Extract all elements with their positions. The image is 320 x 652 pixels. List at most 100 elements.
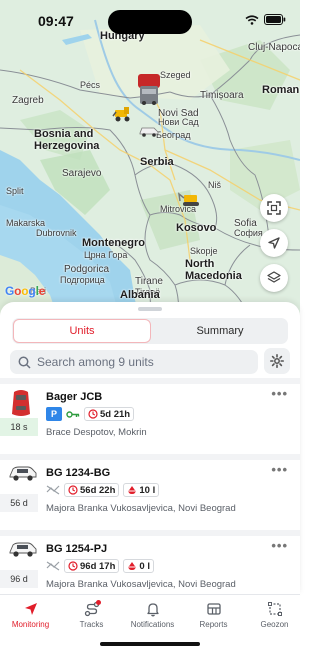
unit-name: BG 1254-PJ xyxy=(46,543,108,555)
duration-value: 56d 22h xyxy=(80,484,116,496)
clock-icon xyxy=(68,561,78,571)
clock-icon xyxy=(68,485,78,495)
status-bar: 09:47 xyxy=(0,0,300,40)
map-label-bih: Bosnia and Herzegovina xyxy=(34,128,100,152)
red-car-icon xyxy=(12,390,30,416)
unit-thumbnail xyxy=(8,540,38,563)
map-label-szeged: Szeged xyxy=(160,70,191,80)
search-icon xyxy=(18,356,31,369)
fuel-value: 0 l xyxy=(139,560,150,572)
map-layers-button[interactable] xyxy=(260,264,288,292)
vehicle-marker-cluster[interactable] xyxy=(136,72,162,111)
map-label-beograd-cyr: Београд xyxy=(156,130,191,140)
vehicle-marker-jcb[interactable] xyxy=(112,106,134,127)
map-label-dubrovnik: Dubrovnik xyxy=(36,228,77,238)
fuel-chip: 10 l xyxy=(123,483,160,497)
gear-icon xyxy=(270,354,284,368)
white-car-icon xyxy=(9,466,37,481)
unit-age: 56 d xyxy=(0,494,38,512)
list-settings-button[interactable] xyxy=(264,348,290,374)
more-options-button[interactable]: ••• xyxy=(271,538,288,553)
tab-summary[interactable]: Summary xyxy=(152,318,288,344)
report-table-icon xyxy=(206,603,221,615)
tracks-badge xyxy=(96,600,101,605)
tab-units[interactable]: Units xyxy=(13,319,151,343)
map-label-nis: Niš xyxy=(208,180,221,190)
fit-bounds-button[interactable] xyxy=(260,194,288,222)
parking-badge: P xyxy=(46,407,62,421)
map-label-albania: Albania xyxy=(120,289,160,301)
search-input[interactable] xyxy=(37,355,237,369)
unit-address: Brace Despotov, Mokrin xyxy=(46,427,147,438)
status-time: 09:47 xyxy=(38,13,74,29)
duration-value: 5d 21h xyxy=(100,408,131,420)
tab-label: Reports xyxy=(199,620,228,629)
fuel-drop-icon xyxy=(128,486,136,494)
no-connection-icon xyxy=(46,561,60,571)
units-sheet: Units Summary 18 s Bager JCB ••• P 5d 21… xyxy=(0,302,300,594)
tab-geozones[interactable]: Geozon xyxy=(244,595,305,652)
map-label-roman: Roman xyxy=(262,84,300,96)
clock-icon xyxy=(88,409,98,419)
map-label-pecs: Pécs xyxy=(80,80,101,90)
unit-status-chips: P 5d 21h xyxy=(46,407,135,421)
key-icon xyxy=(66,410,80,418)
unit-thumbnail xyxy=(8,464,38,487)
unit-age: 96 d xyxy=(0,570,38,588)
map-label-sofia-cyr: София xyxy=(234,228,263,238)
map-label-split: Split xyxy=(6,186,24,196)
map-label-north-macedonia: North Macedonia xyxy=(185,258,242,282)
map-label-montenegro: Montenegro xyxy=(82,237,145,249)
more-options-button[interactable]: ••• xyxy=(271,462,288,477)
tab-label: Notifications xyxy=(130,620,175,629)
duration-chip: 5d 21h xyxy=(84,407,135,421)
fuel-value: 10 l xyxy=(139,484,156,496)
fuel-chip: 0 l xyxy=(123,559,154,573)
map-label-tirane: Tirane xyxy=(135,276,163,287)
unit-name: Bager JCB xyxy=(46,391,103,403)
fuel-drop-icon xyxy=(128,562,136,570)
unit-row[interactable]: 96 d BG 1254-PJ ••• 96d 17h 0 l Majora B… xyxy=(0,536,300,594)
map-label-montenegro-cyr: Црна Гора xyxy=(84,250,128,260)
map-label-zagreb: Zagreb xyxy=(12,95,44,106)
navigation-arrow-icon xyxy=(24,603,37,615)
map-label-skopje: Skopje xyxy=(190,246,218,256)
map-label-kosovo: Kosovo xyxy=(176,222,217,234)
map-label-cluj: Cluj-Napoca xyxy=(248,42,300,53)
map-view[interactable]: Hungary Zagreb Pécs Szeged Bosnia and Her… xyxy=(0,0,300,318)
vehicle-marker-car[interactable] xyxy=(138,124,160,142)
duration-chip: 56d 22h xyxy=(64,483,120,497)
map-label-podgorica-cyr: Подгорица xyxy=(60,275,105,285)
map-label-makarska: Makarska xyxy=(6,218,46,228)
unit-address: Majora Branka Vukosavljevica, Novi Beogr… xyxy=(46,579,236,590)
geozone-icon xyxy=(267,602,282,616)
unit-age: 18 s xyxy=(0,418,38,436)
dynamic-island xyxy=(108,10,192,34)
units-summary-toggle: Units Summary xyxy=(12,318,288,344)
map-label-podgorica: Podgorica xyxy=(64,264,110,275)
home-indicator xyxy=(100,642,200,646)
status-icons xyxy=(245,14,286,25)
more-options-button[interactable]: ••• xyxy=(271,386,288,401)
unit-name: BG 1234-BG xyxy=(46,467,111,479)
duration-value: 96d 17h xyxy=(80,560,116,572)
unit-address: Majora Branka Vukosavljevica, Novi Beogr… xyxy=(46,503,236,514)
layers-icon xyxy=(267,271,281,283)
tab-label: Geozon xyxy=(260,620,289,629)
tab-label: Tracks xyxy=(79,620,104,629)
my-location-button[interactable] xyxy=(260,229,288,257)
bell-icon xyxy=(146,603,159,617)
white-car-icon xyxy=(9,542,37,557)
vehicle-marker-excavator[interactable] xyxy=(177,190,202,213)
unit-status-chips: 56d 22h 10 l xyxy=(46,483,160,497)
tab-label: Monitoring xyxy=(11,620,50,629)
location-arrow-icon xyxy=(268,237,280,249)
sheet-grabber[interactable] xyxy=(138,307,162,311)
map-label-sarajevo: Sarajevo xyxy=(62,168,102,179)
google-logo: Google xyxy=(5,284,46,298)
tab-monitoring[interactable]: Monitoring xyxy=(0,595,61,652)
wifi-icon xyxy=(245,14,259,25)
no-connection-icon xyxy=(46,485,60,495)
map-label-timisoara: Timișoara xyxy=(200,90,244,101)
map-label-serbia: Serbia xyxy=(140,156,174,168)
